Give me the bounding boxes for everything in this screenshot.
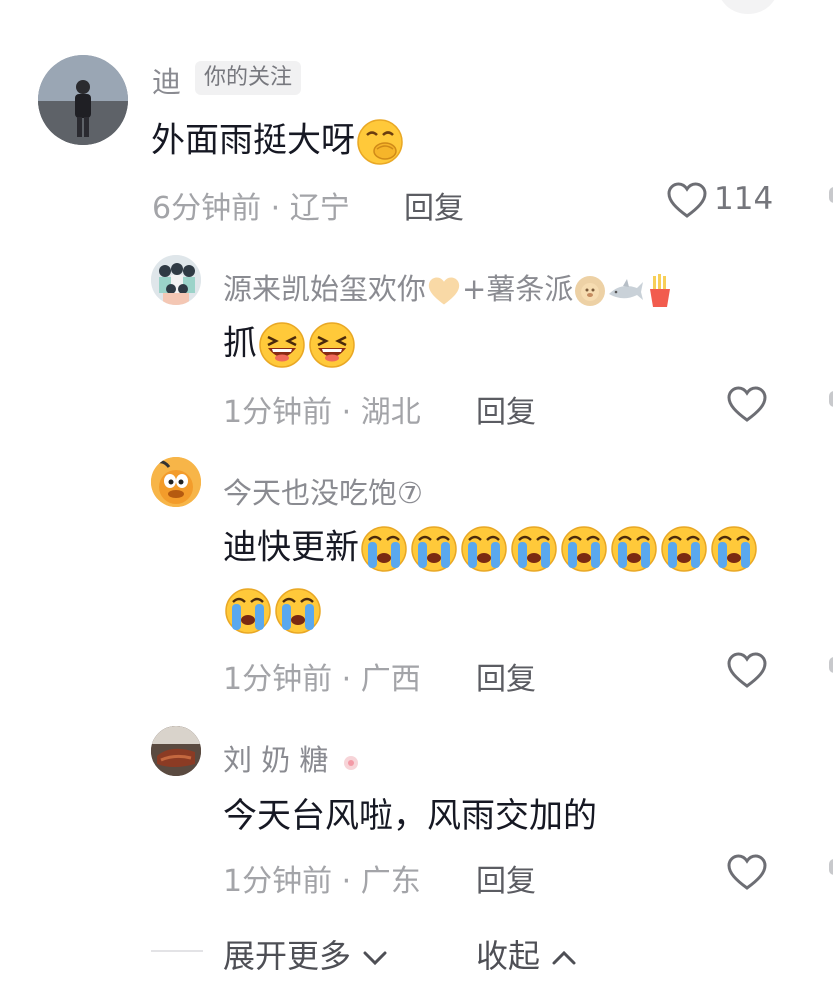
reply-location: · 湖北 [341, 395, 421, 430]
more-options-icon[interactable] [829, 657, 833, 673]
crying-emoji [411, 526, 457, 572]
comment-time: 6分钟前 [152, 191, 262, 226]
laughing-emoji [259, 322, 305, 368]
crying-emoji [461, 526, 507, 572]
collapse-label: 收起 [476, 937, 541, 975]
shark-icon [609, 279, 644, 300]
reply-username-text: 源来凯始玺欢你 [223, 272, 427, 306]
like-heart-icon[interactable] [726, 853, 768, 891]
reply-text: 抓 [223, 320, 357, 370]
reply-location: · 广东 [341, 864, 421, 899]
like-heart-icon[interactable] [726, 651, 768, 689]
comment-username[interactable]: 迪 [152, 59, 181, 101]
reply-button[interactable]: 回复 [404, 183, 464, 227]
like-heart-icon[interactable] [726, 385, 768, 423]
reply-text-body: 迪快更新 [223, 527, 359, 568]
reply-text: 迪快更新 [223, 524, 759, 574]
reply-username[interactable]: 今天也没吃饱⑦ [223, 470, 423, 512]
reply-time: 1分钟前 [223, 864, 333, 899]
pink-blob-icon [343, 756, 358, 770]
reply-time: 1分钟前 [223, 395, 333, 430]
comment-meta: 6分钟前 · 辽宁 [152, 183, 350, 227]
follow-badge: 你的关注 [195, 61, 302, 95]
reply-meta: 1分钟前 · 广东 [223, 856, 421, 900]
avatar[interactable] [151, 726, 201, 776]
reply-button[interactable]: 回复 [476, 654, 536, 698]
reply-button[interactable]: 回复 [476, 387, 536, 431]
collapse-button[interactable]: 收起 [476, 931, 578, 977]
more-options-icon[interactable] [829, 187, 833, 203]
reply-text-body: 抓 [223, 323, 257, 364]
crying-emoji [361, 526, 407, 572]
reply-meta: 1分钟前 · 湖北 [223, 387, 421, 431]
reply-text: 今天台风啦，风雨交加的 [223, 796, 597, 836]
crying-emoji-row [359, 526, 759, 572]
reply-button[interactable]: 回复 [476, 856, 536, 900]
comment-text: 外面雨挺大呀 [151, 117, 405, 167]
crying-emoji [561, 526, 607, 572]
crying-emoji [661, 526, 707, 572]
like-heart-icon[interactable] [666, 181, 708, 219]
crying-emoji [711, 526, 757, 572]
top-edge-circle [718, 0, 778, 14]
more-options-icon[interactable] [829, 391, 833, 407]
fries-icon [650, 274, 671, 307]
avatar[interactable] [38, 55, 128, 145]
reply-location: · 广西 [341, 662, 421, 697]
comment-text-body: 外面雨挺大呀 [151, 120, 355, 161]
chevron-down-icon [363, 951, 387, 966]
reply-username[interactable]: 源来凯始玺欢你 +薯条派 [223, 266, 675, 309]
crying-emoji-row [223, 586, 323, 636]
avatar[interactable] [151, 457, 201, 507]
expand-more-label: 展开更多 [223, 937, 352, 975]
expand-more-button[interactable]: 展开更多 [223, 931, 389, 977]
reply-username[interactable]: 刘 奶 糖 [223, 737, 364, 779]
reply-time: 1分钟前 [223, 662, 333, 697]
lion-icon [575, 276, 606, 306]
covering-mouth-emoji [357, 119, 403, 165]
chevron-up-icon [552, 950, 576, 965]
yellow-heart-icon [428, 277, 460, 305]
crying-emoji [611, 526, 657, 572]
more-options-icon[interactable] [829, 859, 833, 875]
reply-username-text: 刘 奶 糖 [223, 743, 329, 777]
crying-emoji [511, 526, 557, 572]
like-count: 114 [714, 181, 774, 217]
reply-username-suffix: +薯条派 [462, 272, 574, 306]
reply-meta: 1分钟前 · 广西 [223, 654, 421, 698]
divider [151, 950, 203, 952]
crying-emoji [275, 588, 321, 634]
comment-location: · 辽宁 [270, 191, 350, 226]
avatar[interactable] [151, 255, 201, 305]
laughing-emoji [309, 322, 355, 368]
crying-emoji [225, 588, 271, 634]
